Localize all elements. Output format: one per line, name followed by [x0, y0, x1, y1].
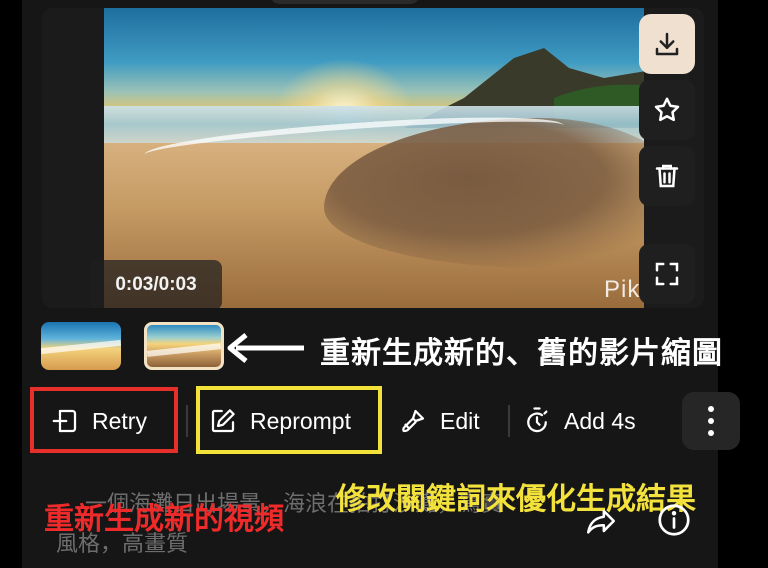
fullscreen-button[interactable]	[639, 244, 695, 304]
reprompt-annotation: 修改關鍵詞來優化生成結果	[336, 483, 696, 516]
star-icon	[654, 97, 680, 122]
thumbnail-annotation: 重新生成新的、舊的影片縮圖	[320, 337, 723, 370]
more-options-button[interactable]	[682, 392, 740, 450]
arrow-annotation	[227, 333, 304, 363]
info-icon[interactable]	[656, 502, 692, 538]
delete-button[interactable]	[639, 146, 695, 206]
more-vertical-icon	[708, 403, 714, 439]
favorite-button[interactable]	[639, 80, 695, 140]
fullscreen-icon	[655, 262, 679, 286]
thumbnail-old-selected[interactable]	[144, 322, 224, 370]
edit-button[interactable]: Edit	[398, 393, 480, 449]
retry-annotation: 重新生成新的視頻	[44, 503, 284, 536]
add-4s-button[interactable]: Add 4s	[522, 393, 636, 449]
video-timestamp: 0:03/0:03	[90, 260, 222, 308]
reprompt-highlight-box	[196, 386, 382, 454]
retry-highlight-box	[30, 387, 178, 453]
thumbnail-new[interactable]	[41, 322, 121, 370]
brush-icon	[398, 406, 428, 436]
share-icon[interactable]	[582, 504, 620, 538]
download-icon	[655, 32, 679, 56]
timer-icon	[522, 406, 552, 436]
divider	[508, 405, 510, 437]
trash-icon	[655, 164, 679, 188]
edit-label: Edit	[440, 407, 480, 434]
download-button[interactable]	[639, 14, 695, 74]
card-top-tab	[270, 0, 420, 4]
video-player[interactable]: 0:03/0:03 Pika	[42, 8, 704, 308]
divider	[186, 405, 188, 437]
add-4s-label: Add 4s	[564, 407, 636, 434]
